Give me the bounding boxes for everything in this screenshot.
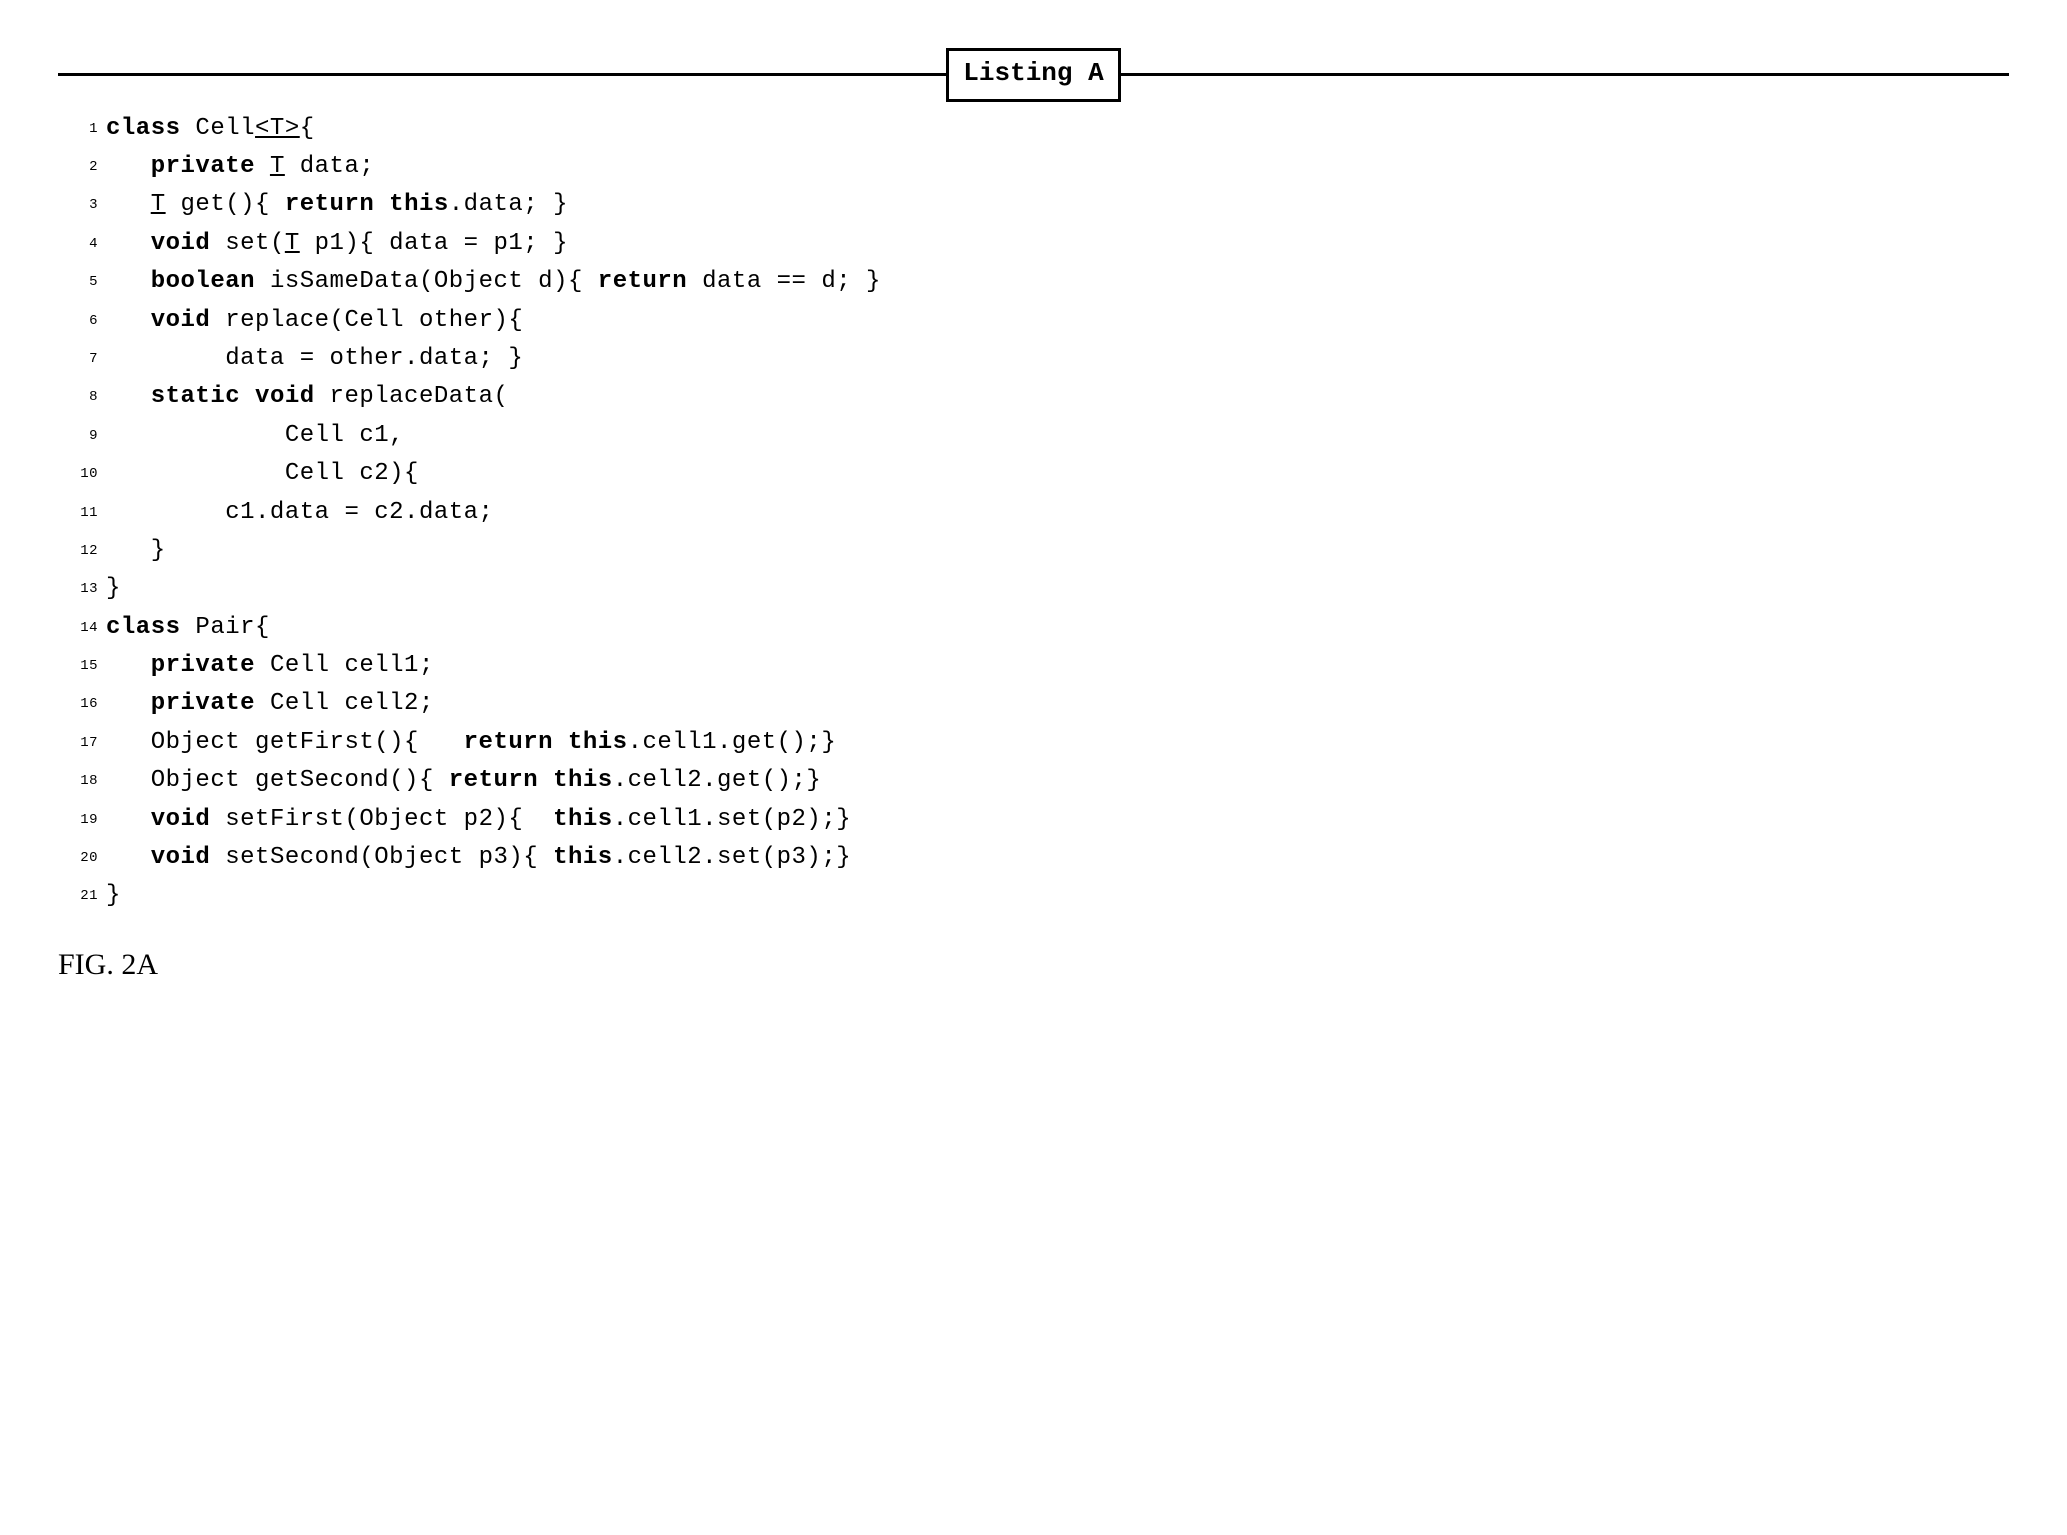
line-number: 12: [58, 540, 98, 562]
line-content: }: [106, 570, 121, 608]
line-number: 20: [58, 847, 98, 869]
code-line: 14 class Pair{: [58, 609, 2009, 647]
rule-right: [1121, 73, 2009, 76]
code-line: 15 private Cell cell1;: [58, 647, 2009, 685]
line-content: void setSecond(Object p3){ this.cell2.se…: [106, 839, 851, 877]
line-number: 13: [58, 578, 98, 600]
code-line: 21}: [58, 877, 2009, 915]
line-number: 3: [58, 194, 98, 216]
line-number: 15: [58, 655, 98, 677]
code-line: 16 private Cell cell2;: [58, 685, 2009, 723]
line-content: Cell c1,: [106, 417, 404, 455]
code-line: 17 Object getFirst(){ return this.cell1.…: [58, 724, 2009, 762]
code-line: 4 void set(T p1){ data = p1; }: [58, 225, 2009, 263]
line-content: void setFirst(Object p2){ this.cell1.set…: [106, 801, 851, 839]
line-content: private T data;: [106, 148, 374, 186]
code-line: 10 Cell c2){: [58, 455, 2009, 493]
code-line: 18 Object getSecond(){ return this.cell2…: [58, 762, 2009, 800]
line-content: static void replaceData(: [106, 378, 508, 416]
code-line: 19 void setFirst(Object p2){ this.cell1.…: [58, 801, 2009, 839]
line-number: 1: [58, 118, 98, 140]
line-number: 11: [58, 502, 98, 524]
line-content: data = other.data; }: [106, 340, 523, 378]
line-number: 14: [58, 617, 98, 639]
line-number: 16: [58, 693, 98, 715]
listing-wrapper: Listing A 1class Cell<T>{2 private T dat…: [58, 48, 2009, 916]
line-content: private Cell cell1;: [106, 647, 434, 685]
line-content: Object getSecond(){ return this.cell2.ge…: [106, 762, 821, 800]
line-number: 4: [58, 233, 98, 255]
code-line: 1 class Cell<T>{: [58, 110, 2009, 148]
code-line: 8 static void replaceData(: [58, 378, 2009, 416]
line-content: class Cell<T>{: [106, 110, 315, 148]
figure-label: FIG. 2A: [58, 941, 2009, 989]
line-number: 2: [58, 156, 98, 178]
rule-left: [58, 73, 946, 76]
line-content: Cell c2){: [106, 455, 419, 493]
code-line: 13}: [58, 570, 2009, 608]
code-line: 20 void setSecond(Object p3){ this.cell2…: [58, 839, 2009, 877]
line-number: 9: [58, 425, 98, 447]
line-content: }: [106, 877, 121, 915]
line-number: 5: [58, 271, 98, 293]
code-line: 12 }: [58, 532, 2009, 570]
line-content: boolean isSameData(Object d){ return dat…: [106, 263, 881, 301]
line-content: Object getFirst(){ return this.cell1.get…: [106, 724, 836, 762]
line-number: 6: [58, 310, 98, 332]
line-number: 18: [58, 770, 98, 792]
code-block: 1class Cell<T>{2 private T data;3 T get(…: [58, 110, 2009, 916]
line-number: 8: [58, 386, 98, 408]
code-line: 9 Cell c1,: [58, 417, 2009, 455]
line-number: 19: [58, 809, 98, 831]
line-content: }: [106, 532, 166, 570]
line-content: class Pair{: [106, 609, 270, 647]
line-number: 17: [58, 732, 98, 754]
title-row: Listing A: [58, 48, 2009, 102]
line-content: private Cell cell2;: [106, 685, 434, 723]
line-content: void set(T p1){ data = p1; }: [106, 225, 568, 263]
line-content: void replace(Cell other){: [106, 302, 523, 340]
line-content: c1.data = c2.data;: [106, 494, 493, 532]
line-number: 7: [58, 348, 98, 370]
line-content: T get(){ return this.data; }: [106, 186, 568, 224]
line-number: 10: [58, 463, 98, 485]
code-line: 11 c1.data = c2.data;: [58, 494, 2009, 532]
code-line: 7 data = other.data; }: [58, 340, 2009, 378]
code-line: 3 T get(){ return this.data; }: [58, 186, 2009, 224]
code-line: 6 void replace(Cell other){: [58, 302, 2009, 340]
listing-title: Listing A: [946, 48, 1120, 102]
code-line: 5 boolean isSameData(Object d){ return d…: [58, 263, 2009, 301]
code-line: 2 private T data;: [58, 148, 2009, 186]
line-number: 21: [58, 885, 98, 907]
